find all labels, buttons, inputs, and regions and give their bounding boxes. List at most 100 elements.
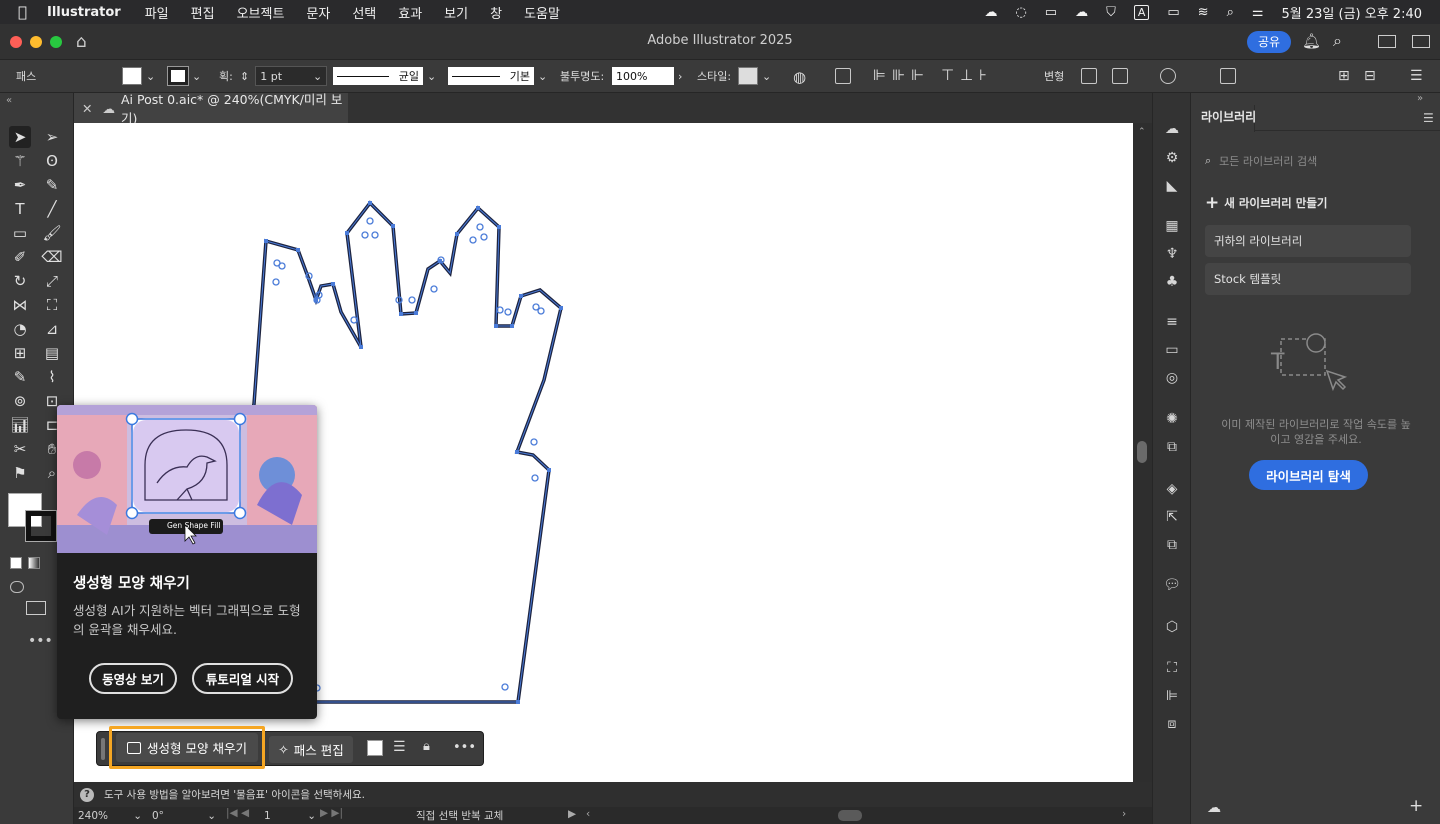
color-guide-icon[interactable]: ◣ — [1162, 176, 1182, 196]
libraries-icon[interactable]: ☁ — [1162, 119, 1182, 139]
search-help-icon[interactable]: ⌕ — [1333, 31, 1342, 51]
share-button[interactable]: 공유 — [1247, 31, 1291, 53]
align-menu-icon[interactable]: ☰ — [393, 739, 406, 755]
menu-edit[interactable]: 편집 — [191, 3, 215, 22]
bell-icon[interactable]: 🔔︎ — [1302, 32, 1321, 50]
pen-tool-icon[interactable]: ✒ — [9, 174, 31, 196]
more-options-icon[interactable]: ••• — [453, 740, 476, 755]
menu-window[interactable]: 창 — [490, 3, 502, 22]
hscroll-right-icon[interactable]: › — [1122, 808, 1126, 820]
measure-tool-icon[interactable]: ⌇ — [41, 366, 63, 388]
drag-handle[interactable] — [101, 738, 105, 760]
lock-icon[interactable]: 🔒︎ — [423, 739, 430, 754]
line-tool-icon[interactable]: ╱ — [41, 198, 63, 220]
3d-icon[interactable]: ⬡ — [1162, 617, 1182, 637]
edit-path-button[interactable]: ✧ 패스 편집 — [269, 736, 353, 763]
shield-icon[interactable]: ⛉ — [1106, 5, 1116, 20]
mesh-tool-icon[interactable]: ⊞ — [9, 342, 31, 364]
sync-icon[interactable]: ◌ — [1015, 5, 1026, 20]
cloud-icon[interactable]: ☁ — [1075, 5, 1088, 20]
fill-swatch-mini[interactable] — [367, 740, 383, 756]
menu-select[interactable]: 선택 — [352, 3, 376, 22]
opacity-field[interactable]: 100% › — [612, 66, 682, 86]
hscroll-left-icon[interactable]: ‹ — [586, 808, 590, 820]
transparency-icon[interactable]: ◎ — [1162, 368, 1182, 388]
new-library-button[interactable]: + 새 라이브러리 만들기 — [1205, 193, 1327, 213]
perspective-grid-tool-icon[interactable]: ⊿ — [41, 318, 63, 340]
explore-libraries-button[interactable]: 라이브러리 탐색 — [1249, 460, 1368, 490]
zoom-field[interactable]: 240% ⌄ — [78, 807, 142, 824]
datetime[interactable]: 5월 23일 (금) 오후 2:40 — [1282, 3, 1422, 22]
swatches-icon[interactable]: ▦ — [1162, 216, 1182, 236]
align-to-icon[interactable] — [835, 68, 851, 84]
appearance-icon[interactable]: ✺ — [1162, 409, 1182, 429]
display-icon[interactable]: ▭ — [1045, 5, 1057, 20]
transform-panel-icon[interactable]: ⛶ — [1162, 658, 1182, 678]
scroll-up-icon[interactable]: ⌃ — [1138, 127, 1146, 137]
menu-help[interactable]: 도움말 — [524, 3, 560, 22]
lasso-tool-icon[interactable]: ʘ — [41, 150, 63, 172]
puppet-warp-icon[interactable] — [1160, 68, 1176, 84]
collapse-icon[interactable]: « — [6, 95, 12, 106]
screen-mode-icon[interactable] — [26, 601, 46, 615]
expand-icon[interactable]: » — [1417, 93, 1423, 104]
brushes-icon[interactable]: ♆ — [1162, 244, 1182, 264]
gradient-mode-icon[interactable] — [28, 557, 40, 569]
fill-swatch[interactable]: ⌄ — [122, 66, 155, 86]
recolor-icon[interactable]: ◍ — [793, 68, 806, 86]
align-buttons[interactable]: ⊫⊪⊩ ⊤⊥⊦ — [873, 66, 993, 84]
control-center-icon[interactable]: ⚌ — [1252, 5, 1264, 20]
curvature-tool-icon[interactable]: ✎ — [41, 174, 63, 196]
graph-tool-icon[interactable]: 📊︎ — [9, 414, 31, 436]
arrange-icon[interactable] — [1412, 35, 1430, 48]
stock-templates-item[interactable]: Stock 템플릿 — [1205, 263, 1411, 295]
menu-effect[interactable]: 효과 — [398, 3, 422, 22]
draw-mode-icon[interactable] — [10, 581, 24, 593]
magic-wand-tool-icon[interactable]: ⚚ — [9, 150, 31, 172]
close-tab-icon[interactable]: ✕ — [82, 101, 92, 116]
symbols-icon[interactable]: ♣ — [1162, 272, 1182, 292]
stroke-weight-field[interactable]: ⇕ 1 pt ⌄ — [240, 66, 328, 86]
help-icon[interactable]: ? — [80, 787, 94, 802]
wifi-icon[interactable]: ≋ — [1198, 5, 1209, 20]
panel-arrange-icon[interactable]: ⊟ — [1364, 68, 1376, 84]
graphic-style-swatch[interactable]: ⌄ — [738, 66, 771, 86]
warp-icon[interactable] — [1112, 68, 1128, 84]
scale-tool-icon[interactable]: ⤢ — [41, 270, 63, 292]
horizontal-scroll-thumb[interactable] — [838, 810, 862, 821]
comments-icon[interactable]: 💬︎ — [1162, 575, 1182, 595]
rectangle-tool-icon[interactable]: ▭ — [9, 222, 31, 244]
menu-view[interactable]: 보기 — [444, 3, 468, 22]
artboard-nav-prev-icon[interactable]: |◀ ◀ — [226, 807, 249, 819]
more-tools-icon[interactable]: ••• — [28, 633, 53, 649]
menu-file[interactable]: 파일 — [145, 3, 169, 22]
image-trace-icon[interactable] — [1220, 68, 1236, 84]
vertical-scroll-thumb[interactable] — [1137, 441, 1147, 463]
your-libraries-item[interactable]: 귀하의 라이브러리 — [1205, 225, 1411, 257]
artboards-icon[interactable]: ⧉ — [1162, 535, 1182, 555]
align-panel-icon[interactable]: ⊫ — [1162, 686, 1182, 706]
battery-icon[interactable]: ▭ — [1167, 5, 1179, 20]
free-transform-tool-icon[interactable]: ⛶ — [41, 294, 63, 316]
apple-icon[interactable]:  — [18, 3, 27, 21]
vertical-scrollbar[interactable]: ⌃ ⌄ — [1133, 123, 1152, 807]
shape-builder-tool-icon[interactable]: ◔ — [9, 318, 31, 340]
graphic-styles-icon[interactable]: ⧉ — [1162, 437, 1182, 457]
app-menu[interactable]: Illustrator — [47, 5, 121, 20]
paintbrush-tool-icon[interactable]: 🖌︎ — [41, 222, 63, 244]
menu-type[interactable]: 문자 — [306, 3, 330, 22]
artboard-field[interactable]: 1 ⌄ — [264, 807, 316, 824]
add-icon[interactable]: + — [1409, 796, 1423, 816]
type-tool-icon[interactable]: T — [9, 198, 31, 220]
status-menu-icon[interactable]: ▶ — [568, 808, 576, 820]
rotate-tool-icon[interactable]: ↻ — [9, 270, 31, 292]
properties-icon[interactable]: ⚙ — [1162, 148, 1182, 168]
library-search-input[interactable]: ⌕ 모든 라이브러리 검색 — [1205, 149, 1415, 173]
transform-link[interactable]: 변형 — [1044, 66, 1064, 86]
document-tab[interactable]: ✕ ☁ Ai Post 0.aic* @ 240%(CMYK/미리 보기) — [74, 92, 348, 126]
selection-tool-icon[interactable]: ➤ — [9, 126, 31, 148]
eraser-tool-icon[interactable]: ⌫ — [41, 246, 63, 268]
gen-shape-fill-button[interactable]: 생성형 모양 채우기 — [116, 733, 258, 762]
watch-video-button[interactable]: 동영상 보기 — [89, 663, 177, 694]
workspace-icon[interactable] — [1378, 35, 1396, 48]
